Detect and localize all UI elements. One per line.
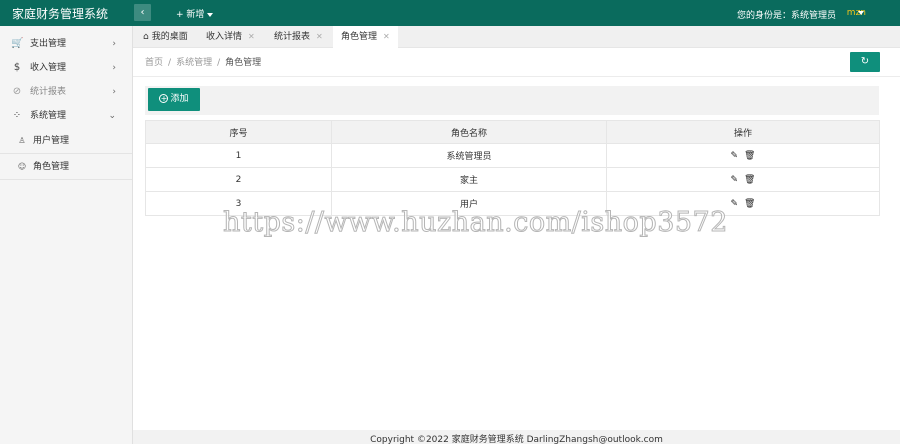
- delete-icon[interactable]: 🗑: [744, 151, 755, 161]
- divider: [133, 76, 900, 77]
- identity-label: 您的身份是：系统管理员: [736, 11, 836, 21]
- cell-role-name: 家主: [331, 167, 607, 192]
- sidebar-subitem-label: 用户管理: [33, 136, 70, 146]
- tab-role-management[interactable]: 角色管理 ✕: [333, 26, 398, 48]
- breadcrumb-home[interactable]: 首页: [145, 58, 163, 68]
- cell-actions: ✎ 🗑: [606, 167, 880, 192]
- app-title: 家庭财务管理系统: [12, 7, 109, 21]
- cell-index: 3: [145, 191, 332, 216]
- cell-role-name: 系统管理员: [331, 143, 607, 168]
- sidebar-item-label: 系统管理: [30, 111, 67, 121]
- dollar-icon: $: [13, 62, 21, 73]
- tab-label: 我的桌面: [151, 32, 188, 42]
- cell-actions: ✎ 🗑: [606, 143, 880, 168]
- user-caret-down-icon[interactable]: [858, 11, 864, 15]
- role-table: 序号 角色名称 操作 1 系统管理员 ✎ 🗑 2 家主 ✎ 🗑 3 用户 ✎ 🗑: [145, 120, 880, 216]
- cell-role-name: 用户: [331, 191, 607, 216]
- sidebar-subitem-users[interactable]: ♙ 用户管理: [0, 128, 132, 154]
- table-row: 3 用户 ✎ 🗑: [145, 191, 880, 216]
- cell-index: 1: [145, 143, 332, 168]
- sidebar-collapse-button[interactable]: ‹: [134, 4, 151, 21]
- role-icon: ☺: [17, 162, 27, 171]
- chevron-right-icon: ›: [112, 87, 116, 97]
- edit-icon[interactable]: ✎: [731, 175, 739, 185]
- sidebar-item-label: 收入管理: [30, 63, 67, 73]
- sidebar-subitem-label: 角色管理: [33, 162, 70, 172]
- refresh-button[interactable]: ↻: [850, 52, 880, 72]
- sidebar-subitem-roles[interactable]: ☺ 角色管理: [0, 154, 132, 180]
- chevron-right-icon: ›: [112, 63, 116, 73]
- delete-icon[interactable]: 🗑: [744, 175, 755, 185]
- sidebar-item-expense[interactable]: 🛒 支出管理 ›: [0, 32, 132, 56]
- tab-label: 收入详情: [206, 32, 243, 42]
- sidebar-item-system[interactable]: ⁘ 系统管理 ⌄: [0, 104, 132, 128]
- sidebar: 🛒 支出管理 › $ 收入管理 › ⊘ 统计报表 › ⁘ 系统管理 ⌄ ♙ 用户…: [0, 26, 133, 444]
- caret-down-icon: [207, 12, 214, 17]
- table-row: 2 家主 ✎ 🗑: [145, 167, 880, 192]
- top-header: 家庭财务管理系统 ‹ + 新增 您的身份是：系统管理员 mzn: [0, 0, 900, 26]
- table-header-row: 序号 角色名称 操作: [145, 120, 880, 144]
- tab-reports[interactable]: 统计报表 ✕: [266, 26, 331, 48]
- sidebar-item-label: 统计报表: [30, 87, 67, 97]
- delete-icon[interactable]: 🗑: [744, 199, 755, 209]
- cart-icon: 🛒: [11, 38, 24, 49]
- new-menu-button[interactable]: + 新增: [176, 7, 214, 20]
- home-icon: ⌂: [143, 32, 149, 42]
- breadcrumb: 首页 / 系统管理 / 角色管理: [145, 55, 261, 68]
- cell-actions: ✎ 🗑: [606, 191, 880, 216]
- tab-desktop[interactable]: ⌂ 我的桌面: [135, 26, 196, 48]
- edit-icon[interactable]: ✎: [731, 199, 739, 209]
- close-icon[interactable]: ✕: [383, 32, 390, 41]
- breadcrumb-current: 角色管理: [225, 58, 262, 68]
- user-icon: ♙: [18, 136, 26, 145]
- footer: Copyright ©2022 家庭财务管理系统 DarlingZhangsh@…: [133, 430, 900, 444]
- sidebar-item-reports[interactable]: ⊘ 统计报表 ›: [0, 80, 132, 104]
- new-menu-label: + 新增: [176, 10, 205, 20]
- tab-income-detail[interactable]: 收入详情 ✕: [198, 26, 263, 48]
- edit-icon[interactable]: ✎: [731, 151, 739, 161]
- main-content: ⌂ 我的桌面 收入详情 ✕ 统计报表 ✕ 角色管理 ✕ 首页 / 系统管理 / 角色管理 ↻ +…: [133, 26, 900, 430]
- tab-bar: ⌂ 我的桌面 收入详情 ✕ 统计报表 ✕ 角色管理 ✕: [133, 26, 900, 48]
- plus-circle-icon: +: [159, 94, 169, 103]
- chevron-right-icon: ›: [112, 39, 116, 49]
- close-icon[interactable]: ✕: [316, 32, 323, 41]
- add-label: 添加: [170, 94, 189, 104]
- add-role-button[interactable]: + 添加: [148, 88, 200, 111]
- column-header-index: 序号: [145, 120, 332, 144]
- column-header-role-name: 角色名称: [331, 120, 607, 144]
- check-circle-icon: ⊘: [12, 86, 22, 97]
- breadcrumb-separator: /: [217, 58, 221, 68]
- tab-label: 角色管理: [341, 32, 378, 42]
- cell-index: 2: [145, 167, 332, 192]
- sidebar-item-income[interactable]: $ 收入管理 ›: [0, 56, 132, 80]
- breadcrumb-separator: /: [168, 58, 172, 68]
- tab-label: 统计报表: [274, 32, 311, 42]
- table-row: 1 系统管理员 ✎ 🗑: [145, 143, 880, 168]
- chevron-down-icon: ⌄: [108, 111, 116, 121]
- breadcrumb-parent[interactable]: 系统管理: [176, 58, 212, 68]
- close-icon[interactable]: ✕: [248, 32, 255, 41]
- toolbar: + 添加: [145, 86, 879, 115]
- sidebar-item-label: 支出管理: [30, 39, 67, 49]
- refresh-icon: ↻: [860, 56, 870, 67]
- grid-icon: ⁘: [12, 110, 22, 121]
- column-header-actions: 操作: [606, 120, 880, 144]
